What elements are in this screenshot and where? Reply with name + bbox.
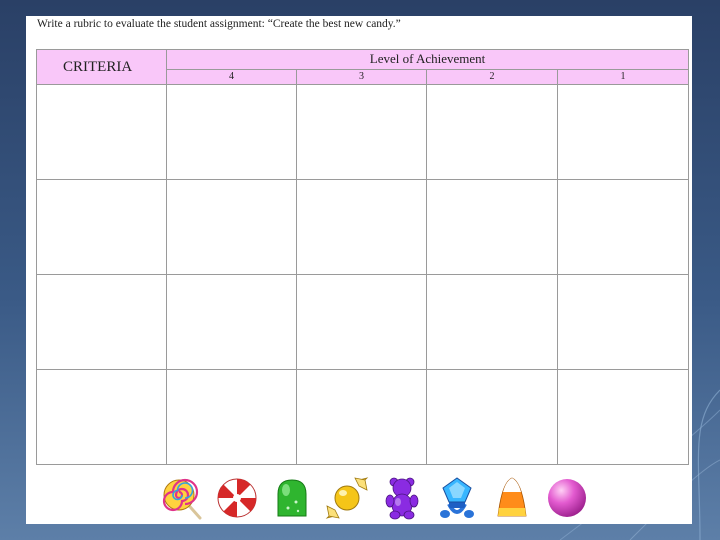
level-cell[interactable] [556, 369, 690, 465]
gumdrop-icon [277, 479, 307, 517]
table-row [36, 369, 690, 465]
level-3-header: 3 [296, 68, 427, 86]
table-row [36, 179, 690, 275]
gumball-icon [548, 479, 586, 517]
level-cell[interactable] [426, 84, 558, 180]
level-cell[interactable] [426, 274, 558, 370]
level-cell[interactable] [556, 179, 690, 275]
criteria-header: CRITERIA [36, 49, 167, 85]
level-cell[interactable] [296, 369, 427, 465]
peppermint-icon [217, 478, 257, 518]
table-row [36, 274, 690, 370]
level-of-achievement-header: Level of Achievement [165, 49, 690, 70]
gummy-bear-icon [385, 477, 419, 520]
criteria-cell[interactable] [36, 84, 167, 180]
level-cell[interactable] [556, 274, 690, 370]
level-cell[interactable] [296, 179, 427, 275]
level-cell[interactable] [556, 84, 690, 180]
criteria-cell[interactable] [36, 274, 167, 370]
level-cell[interactable] [166, 369, 297, 465]
rubric-table: CRITERIA Level of Achievement 4 3 2 1 [36, 49, 690, 465]
level-cell[interactable] [426, 369, 558, 465]
instruction-text: Write a rubric to evaluate the student a… [37, 18, 401, 30]
lollipop-icon [162, 478, 202, 520]
level-cell[interactable] [426, 179, 558, 275]
ring-pop-icon [440, 477, 474, 518]
level-cell[interactable] [296, 84, 427, 180]
worksheet: Write a rubric to evaluate the student a… [26, 16, 692, 524]
level-cell[interactable] [166, 179, 297, 275]
wrapped-candy-icon [325, 477, 369, 519]
level-4-header: 4 [166, 68, 297, 86]
candy-corn-icon [497, 477, 527, 517]
criteria-cell[interactable] [36, 369, 167, 465]
level-cell[interactable] [166, 274, 297, 370]
level-cell[interactable] [166, 84, 297, 180]
level-cell[interactable] [296, 274, 427, 370]
criteria-cell[interactable] [36, 179, 167, 275]
table-row [36, 84, 690, 180]
candy-illustrations [160, 474, 589, 522]
level-1-header: 1 [556, 68, 690, 86]
level-2-header: 2 [426, 68, 558, 86]
